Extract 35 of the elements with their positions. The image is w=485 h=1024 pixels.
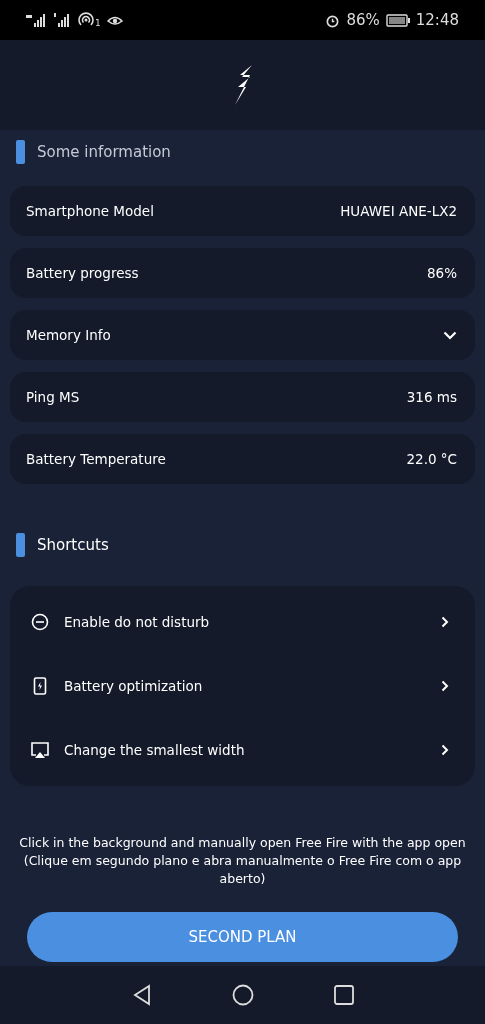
signal-icon bbox=[26, 13, 48, 27]
shortcut-item[interactable]: Battery optimization bbox=[64, 678, 427, 694]
back-icon[interactable] bbox=[131, 984, 152, 1006]
phone-charging-icon bbox=[33, 677, 47, 695]
info-label: Battery Temperature bbox=[26, 451, 166, 467]
signal-icon bbox=[54, 13, 72, 27]
section-marker bbox=[16, 533, 25, 557]
info-row[interactable]: Memory Info bbox=[10, 310, 475, 360]
minus-circle-icon bbox=[31, 613, 49, 631]
info-label: Ping MS bbox=[26, 389, 80, 405]
chevron-right-icon bbox=[441, 680, 449, 692]
section-title: Some information bbox=[37, 143, 171, 161]
shortcut-item[interactable]: Change the smallest width bbox=[64, 742, 427, 758]
battery-icon bbox=[385, 13, 410, 27]
section-title: Shortcuts bbox=[37, 536, 109, 554]
battery-percent: 86% bbox=[346, 11, 380, 29]
alarm-icon bbox=[325, 12, 341, 28]
clock-time: 12:48 bbox=[415, 11, 459, 29]
hotspot-icon bbox=[78, 12, 94, 28]
info-value: 22.0 °C bbox=[406, 451, 457, 467]
info-value: HUAWEI ANE-LX2 bbox=[340, 203, 457, 219]
info-value: 316 ms bbox=[406, 389, 457, 405]
cast-screen-icon bbox=[30, 741, 50, 759]
hint-text: Click in the background and manually open Free Fire with the app open (Clique em segundo plano e abra manualmente o Free Fire com o app aberto) bbox=[18, 834, 467, 888]
section-marker bbox=[16, 140, 25, 164]
hotspot-count: 1 bbox=[95, 18, 101, 28]
shortcut-item[interactable]: Enable do not disturb bbox=[64, 614, 427, 630]
home-icon[interactable] bbox=[231, 984, 254, 1006]
chevron-right-icon bbox=[441, 744, 449, 756]
info-label: Battery progress bbox=[26, 265, 139, 281]
info-label: Memory Info bbox=[26, 327, 111, 343]
chevron-right-icon bbox=[441, 616, 449, 628]
info-value: 86% bbox=[427, 265, 457, 281]
info-label: Smartphone Model bbox=[26, 203, 154, 219]
recents-icon[interactable] bbox=[333, 985, 354, 1005]
